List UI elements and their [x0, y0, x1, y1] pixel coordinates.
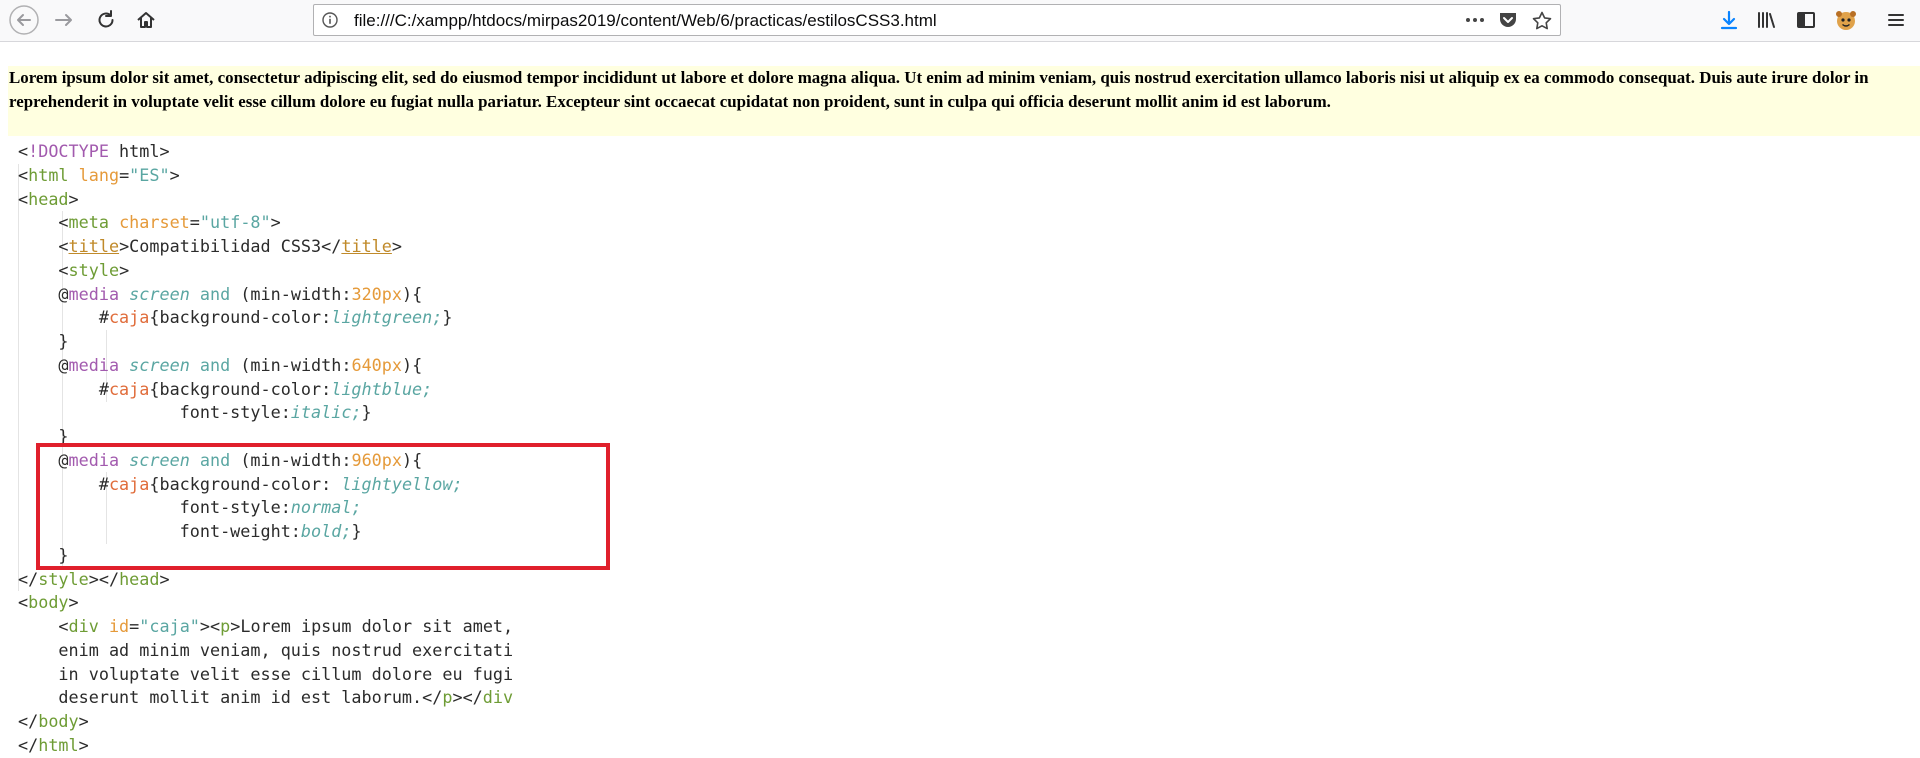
pocket-icon[interactable] [1498, 11, 1518, 34]
page-actions-dots-icon[interactable] [1463, 11, 1487, 34]
code-token: {background-color: [149, 307, 332, 328]
code-line: in voluptate velit esse cillum dolore eu… [18, 664, 513, 684]
bookmark-star-icon[interactable] [1532, 11, 1552, 35]
code-token: caja [108, 307, 150, 328]
code-line: <div id="caja"><p>Lorem ipsum dolor sit … [18, 616, 514, 636]
code-line: <style> [18, 259, 130, 280]
code-token: style [68, 259, 120, 280]
url-text[interactable]: file:///C:/xampp/htdocs/mirpas2019/conte… [354, 11, 937, 31]
code-token: "ES" [129, 164, 170, 185]
code-token: body [28, 592, 69, 613]
forward-button[interactable] [48, 4, 80, 36]
download-icon [1718, 9, 1740, 31]
code-token: and [199, 283, 231, 304]
code-line: <meta charset="utf-8"> [18, 212, 281, 233]
browser-toolbar: file:///C:/xampp/htdocs/mirpas2019/conte… [0, 0, 1920, 42]
code-token: font-style: [179, 402, 291, 423]
code-line: <head> [18, 188, 79, 209]
code-token: screen [129, 354, 190, 375]
code-token: media [68, 283, 120, 304]
code-line: deserunt mollit anim id est laborum.</p>… [58, 687, 514, 708]
code-line: </style></head> [18, 568, 170, 589]
code-line: @media screen and (min-width:320px){ [18, 283, 423, 304]
code-line: font-style:italic;} [179, 402, 372, 423]
code-token: title [341, 236, 392, 256]
back-button[interactable] [8, 4, 40, 36]
code-line: <html lang="ES"> [18, 164, 180, 185]
code-token: style [38, 568, 89, 589]
library-button[interactable] [1750, 4, 1782, 36]
info-icon[interactable] [322, 12, 338, 33]
code-token: body [38, 711, 79, 731]
code-line: </body> [18, 711, 89, 731]
code-token: charset [119, 212, 190, 233]
hamburger-menu-icon [1886, 10, 1906, 30]
code-token: 320px [351, 283, 402, 304]
reload-icon [95, 9, 117, 31]
code-token: deserunt mollit anim id est laborum. [58, 687, 423, 708]
code-token: lightgreen [331, 307, 433, 328]
code-line: @media screen and (min-width:640px){ [18, 354, 423, 375]
code-token: 640px [351, 354, 402, 375]
code-line: enim ad minim veniam, quis nostrud exerc… [18, 640, 513, 660]
code-token: ; [432, 307, 443, 328]
code-token: ; [351, 402, 362, 423]
code-token: "utf-8" [199, 212, 271, 233]
forward-arrow-icon [53, 9, 75, 31]
caja-paragraph: Lorem ipsum dolor sit amet, consectetur … [9, 68, 1869, 111]
url-bar[interactable]: file:///C:/xampp/htdocs/mirpas2019/conte… [313, 4, 1561, 36]
code-token: title [68, 236, 120, 256]
code-line: #caja{background-color:lightblue; [18, 378, 433, 399]
code-line: <!DOCTYPE html> [18, 141, 170, 161]
code-line: #caja{background-color:lightgreen;} [18, 307, 453, 328]
menu-button[interactable] [1880, 4, 1912, 36]
code-token: caja [108, 378, 150, 399]
code-token: html [38, 734, 79, 755]
code-line: </html> [18, 734, 89, 755]
code-line: } [18, 331, 69, 351]
home-button[interactable] [130, 4, 162, 36]
code-token: head [119, 568, 160, 589]
code-token: meta [68, 212, 109, 233]
caja-box: Lorem ipsum dolor sit amet, consectetur … [8, 66, 1920, 136]
library-icon [1755, 9, 1777, 31]
code-token: Lorem ipsum dolor sit amet, [240, 616, 514, 636]
code-token: html [108, 141, 160, 161]
code-token: screen [129, 283, 190, 304]
code-token: "caja" [139, 616, 200, 636]
code-token: lightblue [331, 378, 423, 399]
code-token: div [68, 616, 99, 636]
sidebar-button[interactable] [1790, 4, 1822, 36]
code-token: media [68, 354, 120, 375]
code-token: div [482, 687, 514, 708]
code-token: id [108, 616, 130, 636]
extension-button[interactable] [1830, 4, 1862, 36]
code-token: !DOCTYPE [28, 141, 109, 161]
code-token: {background-color: [149, 378, 332, 399]
code-token: enim ad minim veniam, quis nostrud exerc… [58, 639, 514, 660]
code-token: lang [78, 164, 120, 185]
code-token: (min-width: [230, 354, 352, 375]
code-token: italic [290, 402, 352, 423]
sidebar-icon [1795, 9, 1817, 31]
highlight-box [36, 443, 610, 570]
code-token: and [199, 354, 231, 375]
code-token: Compatibilidad CSS3 [129, 236, 322, 256]
home-icon [135, 9, 157, 31]
code-token: in voluptate velit esse cillum dolore eu… [58, 663, 514, 684]
code-token: p [220, 616, 231, 636]
code-line: <title>Compatibilidad CSS3</title> [18, 236, 402, 256]
reload-button[interactable] [90, 4, 122, 36]
code-token: ; [422, 378, 433, 399]
code-token: (min-width: [230, 283, 352, 304]
extension-avatar-icon [1834, 8, 1858, 32]
downloads-button[interactable] [1713, 4, 1745, 36]
code-token: html [28, 164, 69, 185]
code-token: head [28, 188, 69, 209]
code-line: <body> [18, 592, 79, 613]
back-arrow-icon [9, 5, 39, 35]
code-token: p [442, 687, 453, 708]
